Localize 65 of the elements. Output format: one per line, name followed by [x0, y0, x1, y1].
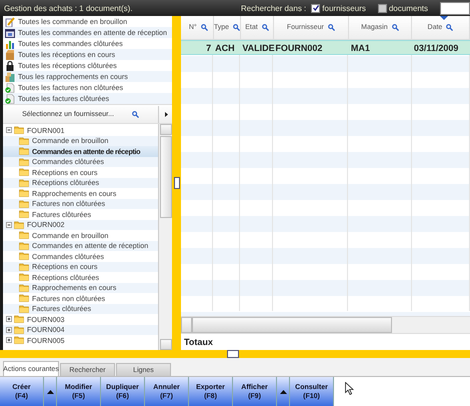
search-icon — [392, 24, 399, 31]
folder-icon — [19, 242, 29, 250]
table-cell: VALIDE — [242, 42, 275, 52]
window-title: Gestion des achats : 1 document(s). — [4, 4, 134, 12]
table-cell: 7 — [206, 42, 212, 52]
caret-icon — [46, 390, 54, 394]
scrollbar-thumb[interactable] — [192, 317, 392, 333]
mouse-pointer-icon — [345, 382, 354, 395]
folder-icon — [19, 294, 29, 302]
bar-chart-icon — [5, 38, 15, 48]
totals-label: Totaux — [184, 337, 213, 347]
search-scope-label: Rechercher dans : — [240, 4, 306, 12]
dropdown-button[interactable] — [277, 377, 290, 406]
selected-row[interactable]: 7 ACH VALIDEFOURN002 MA1 03/11/2009 — [181, 40, 470, 55]
search-icon — [233, 24, 240, 31]
table-cell: FOURN002 — [275, 42, 322, 52]
caret-icon — [280, 390, 286, 394]
caret-icon[interactable] — [164, 112, 168, 116]
folder-icon — [19, 284, 29, 292]
boxes-icon — [5, 72, 15, 82]
expand-icon — [6, 337, 12, 344]
checkbox-label: documents — [388, 4, 428, 12]
folder-icon — [19, 231, 29, 240]
folder-icon — [19, 304, 29, 313]
folder-icon — [14, 220, 24, 229]
table-cell: MA1 — [350, 42, 370, 52]
folder-icon — [19, 273, 29, 282]
padlock-icon — [5, 60, 15, 70]
table-cell: 03/11/2009 — [414, 42, 458, 52]
calendar-icon — [5, 28, 15, 38]
folder-icon — [19, 147, 29, 156]
search-icon — [200, 24, 208, 31]
folder-icon — [14, 336, 24, 344]
folder-icon — [19, 200, 29, 208]
folder-icon — [14, 326, 24, 334]
search-icon — [262, 24, 269, 31]
vertical-scrollbar[interactable] — [158, 124, 172, 350]
folder-icon — [19, 178, 29, 187]
folder-icon — [19, 168, 29, 176]
box-icon — [5, 50, 15, 60]
dropdown-button[interactable] — [44, 377, 57, 406]
expand-icon — [6, 316, 12, 322]
table-cell: ACH — [215, 42, 235, 52]
folder-icon — [19, 262, 29, 271]
folder-icon — [14, 315, 24, 324]
splitter-handle[interactable] — [174, 177, 180, 189]
checkbox-label: fournisseurs — [322, 4, 366, 12]
document-check-icon — [5, 94, 15, 104]
folder-icon — [19, 136, 29, 145]
search-icon — [328, 24, 335, 31]
checkbox[interactable] — [311, 4, 320, 12]
folder-icon — [14, 126, 24, 134]
search-icon — [132, 110, 139, 118]
search-icon — [446, 24, 454, 31]
folder-icon — [19, 158, 29, 166]
checkbox[interactable] — [378, 4, 387, 12]
splitter-handle[interactable] — [227, 350, 239, 358]
expand-icon — [6, 326, 12, 333]
folder-icon — [19, 189, 29, 198]
collapse-icon — [6, 127, 12, 134]
collapse-icon — [6, 222, 12, 228]
search-field[interactable] — [440, 2, 470, 14]
folder-icon — [19, 252, 29, 260]
folder-icon — [19, 210, 29, 218]
scrollbar-thumb[interactable] — [160, 136, 172, 218]
